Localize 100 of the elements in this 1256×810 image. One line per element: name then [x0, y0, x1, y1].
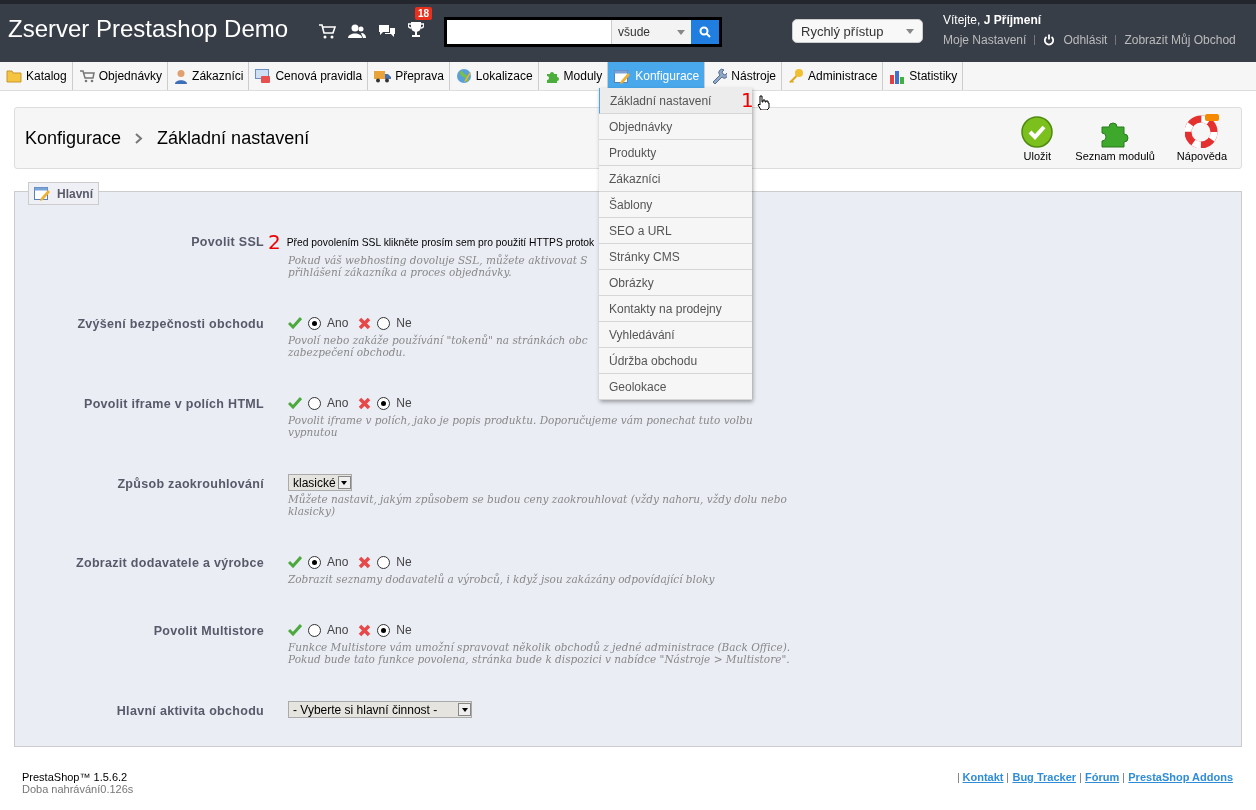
- ssl-link[interactable]: Před povolením SSL klikněte prosím sem pro použití HTTPS protok: [286, 236, 595, 248]
- footer-link[interactable]: Fórum: [1085, 771, 1120, 783]
- notification-badge: 18: [414, 7, 432, 20]
- note-edit-icon: [614, 68, 632, 84]
- nav-tab[interactable]: Objednávky: [72, 62, 169, 90]
- person-icon: [174, 68, 189, 84]
- radio-button[interactable]: [377, 555, 391, 569]
- menu-item[interactable]: Obrázky: [599, 270, 752, 296]
- radio-label: Ano: [327, 396, 349, 410]
- field-description: Pokud váš webhosting dovoluje SSL, můžete aktivovat S: [288, 254, 588, 266]
- field-description: zabezpečení obchodu.: [288, 346, 406, 358]
- field-description: Zobrazit seznamy dodavatelů a výrobců, i když jsou zakázány odpovídající bloky: [288, 573, 716, 585]
- footer-link[interactable]: Kontakt: [962, 771, 1004, 783]
- radio-label: Ano: [327, 623, 349, 637]
- nav-tab[interactable]: Katalog: [0, 62, 73, 90]
- lifebuoy-icon: [1184, 114, 1219, 148]
- logout-link[interactable]: Odhlásit: [1063, 33, 1108, 47]
- wrench-icon: [711, 68, 728, 84]
- radio-label: Ne: [396, 396, 412, 410]
- key-icon: [788, 68, 804, 84]
- radio-button[interactable]: [308, 623, 321, 637]
- radio-label: Ano: [327, 316, 349, 330]
- radio-label: Ne: [396, 623, 412, 637]
- field-label: Zvýšení bezpečnosti obchodu: [76, 316, 264, 333]
- toolbar-button[interactable]: Nápověda: [1176, 114, 1227, 162]
- chevron-icon: [135, 132, 144, 144]
- field-label: Zobrazit dodavatele a výrobce: [75, 555, 264, 572]
- field-description: Funkce Multistore vám umožní spravovat několik obchodů z jedné administrace (Back Office). Pokud bude tato funkce povolena, stránka bude k dispozici v nabídce "Nástroje > Multistore".: [288, 641, 792, 665]
- search-icon: [699, 26, 711, 38]
- annotation-number: 1: [741, 90, 754, 110]
- radio-button[interactable]: [308, 555, 321, 569]
- cross-icon: [358, 555, 372, 569]
- field-label: Povolit Multistore: [152, 623, 264, 640]
- shop-title: Zserver Prestashop Demo: [8, 15, 290, 43]
- radio-button[interactable]: [377, 396, 391, 410]
- panel-legend: Hlavní: [28, 182, 99, 205]
- menu-item[interactable]: Údržba obchodu: [599, 348, 752, 374]
- menu-item[interactable]: Šablony: [599, 192, 752, 218]
- menu-item[interactable]: Objednávky: [599, 114, 752, 140]
- select-field[interactable]: klasické: [288, 474, 352, 491]
- load-time-text: Doba nahrávání0.126s: [22, 783, 134, 795]
- menu-item[interactable]: Geolokace: [599, 374, 752, 400]
- radio-button[interactable]: [308, 396, 321, 410]
- field-description: Můžete nastavit, jakým způsobem se budou ceny zaokrouhlovat (vždy nahoru, vždy dolu nebo klasicky): [288, 493, 788, 517]
- toolbar-button[interactable]: Seznam modulů: [1075, 116, 1155, 162]
- welcome-text: Vítejte, J Příjmení: [943, 13, 1043, 27]
- footer-link[interactable]: PrestaShop Addons: [1128, 771, 1233, 783]
- field-description: Povolit iframe v polích, jako je popis produktu. Doporučujeme vám ponechat tuto volbu vypnutou: [288, 414, 754, 438]
- menu-item[interactable]: Stránky CMS: [599, 244, 752, 270]
- menu-item[interactable]: Produkty: [599, 140, 752, 166]
- check-icon: [288, 397, 302, 409]
- nav-tab[interactable]: Zákazníci: [168, 62, 250, 90]
- field-label: Způsob zaokrouhlování: [116, 476, 264, 493]
- annotation-number: 2: [268, 232, 281, 252]
- search-button[interactable]: [691, 20, 719, 44]
- radio-label: Ne: [396, 316, 412, 330]
- check-icon: [288, 317, 302, 329]
- menu-item[interactable]: Kontakty na prodejny: [599, 296, 752, 322]
- check-icon: [288, 556, 302, 568]
- select-field[interactable]: - Vyberte si hlavní činnost -: [288, 701, 472, 718]
- radio-button[interactable]: [377, 623, 391, 637]
- chat-icon[interactable]: [378, 24, 396, 38]
- nav-tab[interactable]: Administrace: [782, 62, 884, 90]
- breadcrumb-item[interactable]: Konfigurace: [25, 127, 122, 149]
- nav-tab[interactable]: Statistiky: [883, 62, 964, 90]
- search-scope-select[interactable]: všude: [611, 20, 691, 44]
- field-description: přihlášení zákazníka a proces objednávky.: [288, 266, 512, 278]
- menu-item[interactable]: SEO a URL: [599, 218, 752, 244]
- power-icon[interactable]: [1043, 34, 1056, 46]
- users-icon[interactable]: [348, 24, 366, 38]
- radio-label: Ne: [396, 555, 412, 569]
- globe-icon: [455, 68, 472, 84]
- radio-button[interactable]: [377, 316, 391, 330]
- menu-item[interactable]: Zákazníci: [599, 166, 752, 192]
- settings-link[interactable]: Moje Nastavení: [943, 33, 1027, 47]
- note-edit-icon: [34, 186, 51, 201]
- cross-icon: [358, 623, 372, 637]
- cart-icon: [78, 69, 95, 83]
- field-label: Povolit SSL: [190, 234, 264, 251]
- radio-button[interactable]: [308, 316, 321, 330]
- breadcrumb-item: Základní nastavení: [157, 127, 310, 149]
- bar-chart-icon: [889, 68, 906, 84]
- nav-tab[interactable]: Lokalizace: [449, 62, 539, 90]
- cross-icon: [358, 316, 372, 330]
- nav-tab[interactable]: Přeprava: [368, 62, 450, 90]
- menu-item[interactable]: Vyhledávání: [599, 322, 752, 348]
- cart-icon[interactable]: [318, 23, 336, 39]
- nav-tab[interactable]: Cenová pravidla: [249, 62, 369, 90]
- field-description: Povolí nebo zakáže používání "tokenů" na stránkách obc: [288, 334, 588, 346]
- field-label: Hlavní aktivita obchodu: [115, 703, 264, 718]
- truck-icon: [374, 69, 392, 83]
- folder-icon: [6, 69, 22, 83]
- check-icon: [288, 624, 302, 636]
- cross-icon: [358, 396, 372, 410]
- toolbar-button[interactable]: Uložit: [1021, 116, 1054, 162]
- trophy-icon[interactable]: [408, 21, 424, 38]
- footer-link[interactable]: Bug Tracker: [1012, 771, 1077, 783]
- view-shop-link[interactable]: Zobrazit Můj Obchod: [1124, 33, 1236, 47]
- version-text: PrestaShop™ 1.5.6.2: [22, 771, 129, 783]
- quick-access-select[interactable]: Rychlý přístup: [792, 19, 923, 43]
